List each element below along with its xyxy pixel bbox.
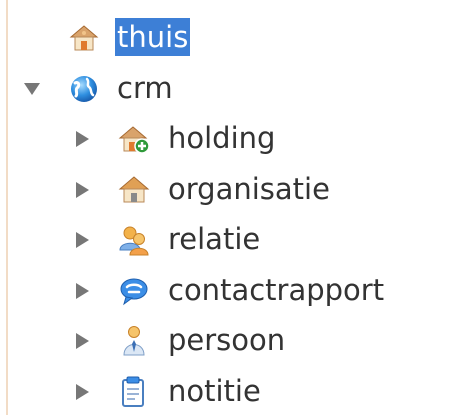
contact-report-icon (118, 275, 150, 307)
tree-item-thuis[interactable]: thuis (0, 16, 460, 60)
expand-toggle-contactrapport[interactable] (72, 281, 92, 301)
tree-item-notitie[interactable]: notitie (0, 370, 460, 414)
tree-item-label: crm (117, 71, 173, 105)
tree-item-label: thuis (115, 18, 191, 56)
holding-house-icon (118, 123, 150, 155)
tree-item-label: relatie (168, 222, 261, 256)
home-icon (68, 22, 100, 54)
relations-people-icon (118, 224, 150, 256)
globe-icon (68, 73, 100, 105)
note-icon (118, 376, 150, 408)
tree-item-label: persoon (168, 323, 286, 357)
tree-item-label: organisatie (168, 172, 330, 206)
expand-toggle-organisatie[interactable] (72, 180, 92, 200)
tree-item-contactrapport[interactable]: contactrapport (0, 269, 460, 313)
tree-item-persoon[interactable]: persoon (0, 319, 460, 363)
expand-toggle-notitie[interactable] (72, 382, 92, 402)
navigation-tree: thuis crm holding organisatie relatie co… (0, 0, 460, 415)
expand-toggle-crm[interactable] (22, 79, 42, 99)
chevron-right-icon (76, 333, 89, 349)
expand-toggle-relatie[interactable] (72, 230, 92, 250)
tree-item-label: holding (168, 121, 276, 155)
tree-item-holding[interactable]: holding (0, 117, 460, 161)
expand-toggle-holding[interactable] (72, 129, 92, 149)
tree-item-label: notitie (168, 374, 261, 408)
expand-toggle-persoon[interactable] (72, 331, 92, 351)
tree-item-relatie[interactable]: relatie (0, 218, 460, 262)
chevron-right-icon (76, 182, 89, 198)
chevron-right-icon (76, 283, 89, 299)
person-icon (118, 325, 150, 357)
tree-item-crm[interactable]: crm (0, 67, 460, 111)
tree-item-label: contactrapport (168, 273, 385, 307)
chevron-right-icon (76, 131, 89, 147)
chevron-down-icon (24, 83, 40, 95)
chevron-right-icon (76, 232, 89, 248)
organisation-house-icon (118, 174, 150, 206)
tree-item-organisatie[interactable]: organisatie (0, 168, 460, 212)
chevron-right-icon (76, 384, 89, 400)
